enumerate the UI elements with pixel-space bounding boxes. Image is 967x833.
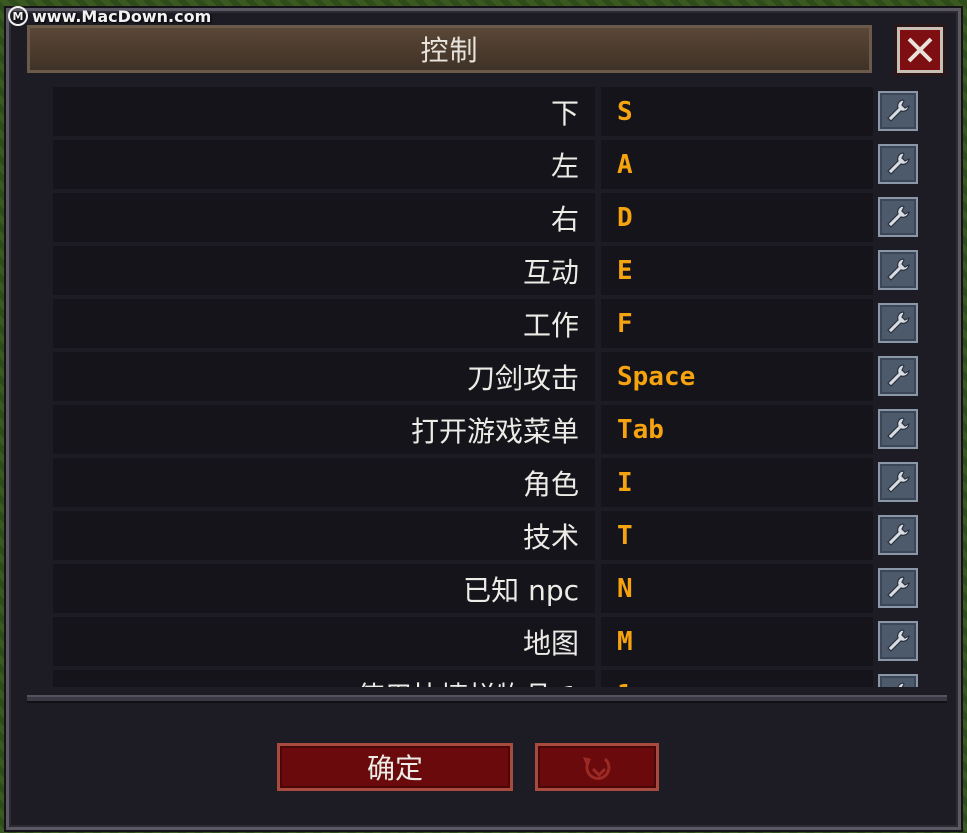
binding-key-value: E [601,246,873,295]
binding-action-label: 已知 npc [53,564,595,613]
binding-action-label: 地图 [53,617,595,666]
binding-list[interactable]: 下 S 左 A 右 D 互动 E 工作 F 刀剑攻击 Space 打开游戏菜单 Tab 角色 I 技术 T 已知 n… [53,87,921,687]
binding-row[interactable]: 刀剑攻击 Space [53,352,921,401]
binding-row[interactable]: 技术 T [53,511,921,560]
binding-action-label: 使用快捷栏物品 1 [53,670,595,687]
edit-binding-button[interactable] [878,197,918,237]
confirm-button-label: 确定 [366,752,423,785]
binding-row[interactable]: 工作 F [53,299,921,348]
binding-row[interactable]: 使用快捷栏物品 1 1 [53,670,921,687]
wrench-icon [887,364,910,387]
binding-row[interactable]: 互动 E [53,246,921,295]
watermark-logo: M [8,6,28,26]
binding-action-label: 工作 [53,299,595,348]
edit-binding-button[interactable] [878,568,918,608]
binding-row[interactable]: 角色 I [53,458,921,507]
binding-key-value: T [601,511,873,560]
edit-binding-button[interactable] [878,409,918,449]
binding-key-value: M [601,617,873,666]
binding-row[interactable]: 已知 npc N [53,564,921,613]
edit-binding-button[interactable] [878,462,918,502]
binding-key-value: D [601,193,873,242]
binding-action-label: 左 [53,140,595,189]
wrench-icon [887,205,910,228]
binding-action-label: 互动 [53,246,595,295]
binding-key-value: I [601,458,873,507]
binding-action-label: 右 [53,193,595,242]
edit-binding-button[interactable] [878,250,918,290]
binding-action-label: 打开游戏菜单 [53,405,595,454]
watermark: M www.MacDown.com [8,6,211,26]
binding-row[interactable]: 右D [53,193,921,242]
binding-row[interactable]: 打开游戏菜单 Tab [53,405,921,454]
wrench-icon [887,417,910,440]
reset-button[interactable] [535,743,659,791]
binding-row[interactable]: 下S [53,87,921,136]
wrench-icon [887,311,910,334]
wrench-icon [887,629,910,652]
binding-action-label: 下 [53,87,595,136]
binding-action-label: 技术 [53,511,595,560]
wrench-icon [887,99,910,122]
binding-key-value: Space [601,352,873,401]
watermark-text: www.MacDown.com [32,6,212,26]
wrench-icon [887,470,910,493]
edit-binding-button[interactable] [878,356,918,396]
controls-dialog: 控制 下 S 左 A 右 D 互动 E 工作 F 刀剑攻击 Space 打开游戏菜单 Tab 角色 I 技术 T 已… [6,8,961,830]
binding-key-value: 1 [601,670,873,687]
confirm-button[interactable]: 确定 [277,743,513,791]
binding-row[interactable]: 左A [53,140,921,189]
binding-key-value: Tab [601,405,873,454]
edit-binding-button[interactable] [878,674,918,687]
close-icon [907,37,933,63]
wrench-icon [887,523,910,546]
binding-row[interactable]: 地图 M [53,617,921,666]
wrench-icon [887,258,910,281]
edit-binding-button[interactable] [878,91,918,131]
binding-action-label: 刀剑攻击 [53,352,595,401]
edit-binding-button[interactable] [878,144,918,184]
binding-key-value: S [601,87,873,136]
binding-key-value: F [601,299,873,348]
wrench-icon [887,576,910,599]
title-bar: 控制 [27,25,872,73]
divider [27,695,947,703]
edit-binding-button[interactable] [878,303,918,343]
dialog-title: 控制 [420,34,479,67]
binding-key-value: A [601,140,873,189]
edit-binding-button[interactable] [878,621,918,661]
close-button[interactable] [897,27,943,73]
wrench-icon [897,682,905,687]
binding-key-value: N [601,564,873,613]
reset-icon [583,757,611,780]
binding-action-label: 角色 [53,458,595,507]
edit-binding-button[interactable] [878,515,918,555]
wrench-icon [887,152,910,175]
